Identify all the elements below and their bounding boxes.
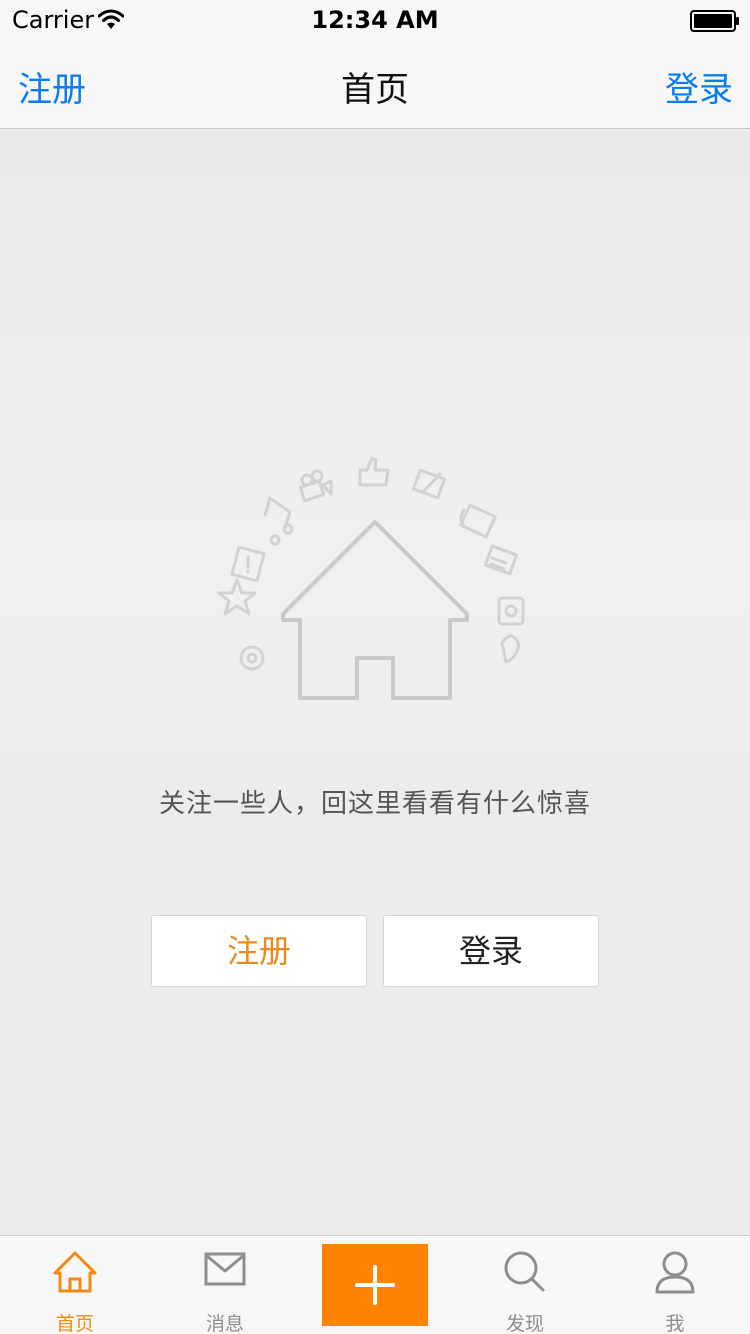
search-icon <box>504 1251 545 1292</box>
plus-icon <box>355 1265 395 1305</box>
register-button[interactable]: 注册 <box>151 915 367 987</box>
compose-button[interactable] <box>322 1244 428 1326</box>
status-bar: Carrier 12:34 AM <box>0 0 750 40</box>
page-title: 首页 <box>341 70 409 110</box>
tab-label: 我 <box>665 1313 685 1334</box>
person-icon <box>655 1251 695 1294</box>
tab-home[interactable]: 首页 <box>0 1236 150 1334</box>
tab-me[interactable]: 我 <box>600 1236 750 1334</box>
empty-state-message: 关注一些人，回这里看看有什么惊喜 <box>158 789 591 819</box>
tab-label: 消息 <box>205 1313 244 1334</box>
nav-login-button[interactable]: 登录 <box>665 62 733 111</box>
tab-messages[interactable]: 消息 <box>150 1236 300 1334</box>
battery-icon <box>690 10 739 32</box>
tab-discover[interactable]: 发现 <box>450 1236 600 1334</box>
tab-label: 首页 <box>55 1313 94 1334</box>
house-icon <box>217 456 525 700</box>
status-time: 12:34 AM <box>311 6 439 34</box>
login-button[interactable]: 登录 <box>383 915 599 987</box>
navigation-bar: 注册 首页 登录 <box>0 40 750 129</box>
tab-bar: 首页 消息 发现 我 <box>0 1235 750 1334</box>
home-icon <box>53 1251 97 1293</box>
main-content: 关注一些人，回这里看看有什么惊喜 注册 登录 <box>0 130 750 1235</box>
envelope-icon <box>204 1252 246 1286</box>
tab-label: 发现 <box>505 1313 544 1334</box>
